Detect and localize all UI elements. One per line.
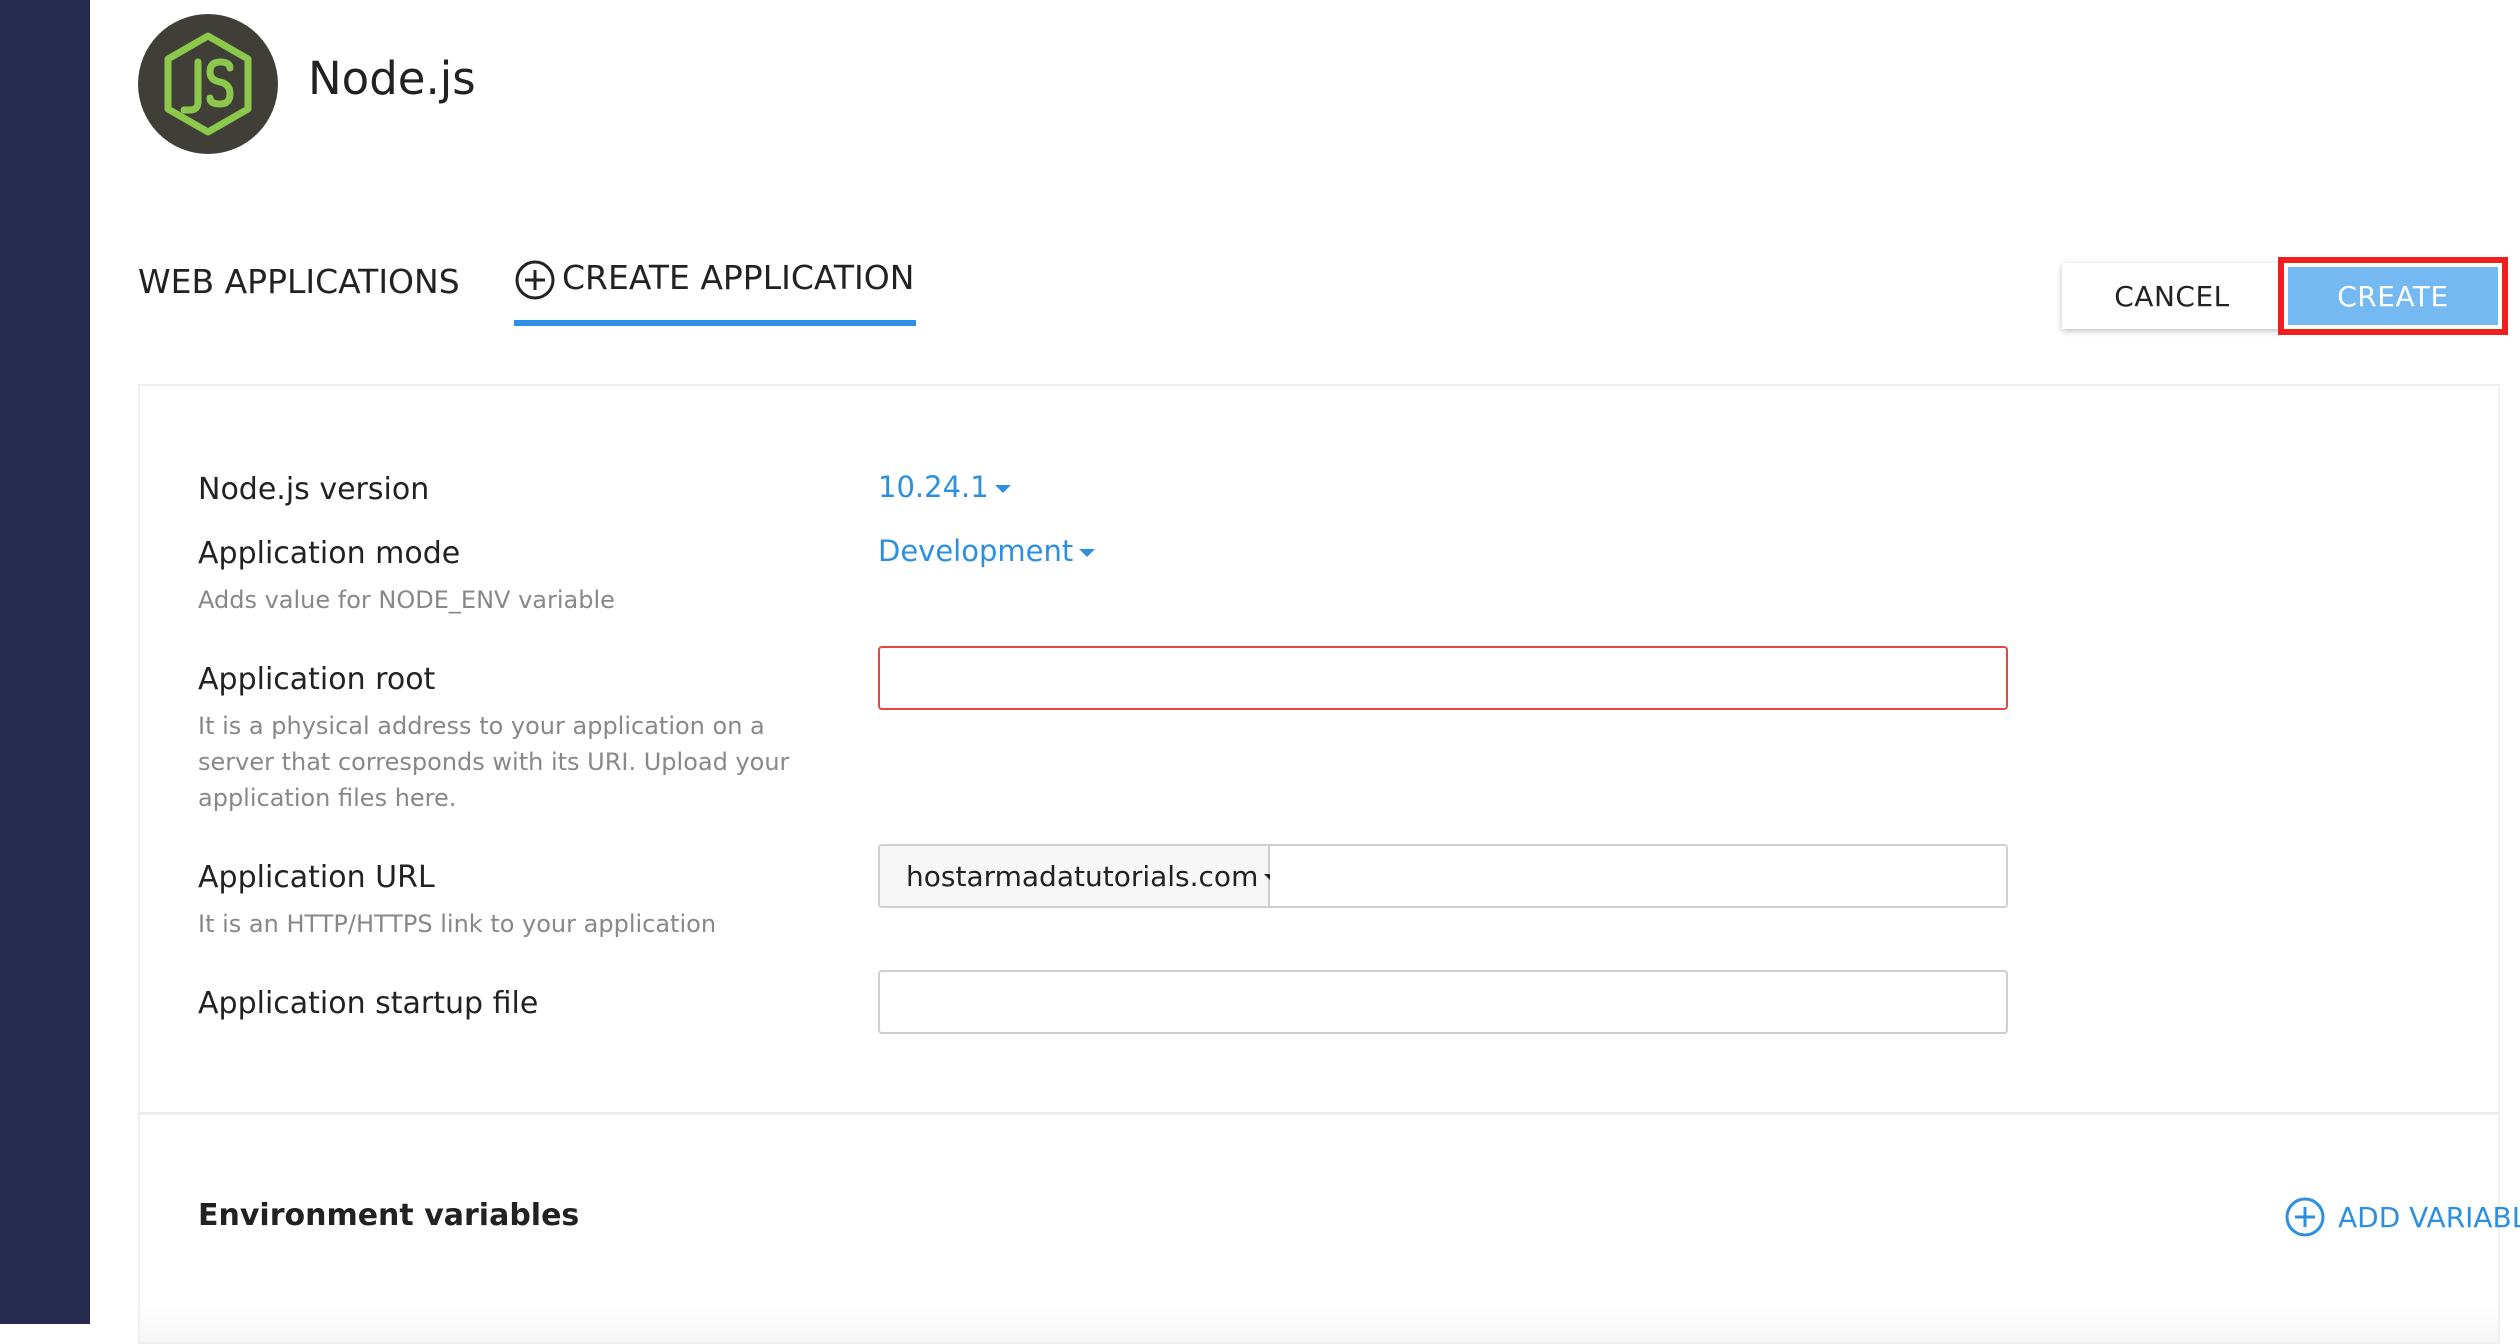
cancel-button[interactable]: CANCEL (2062, 263, 2282, 329)
add-variable-button[interactable]: ADD VARIABLE (2284, 1196, 2520, 1238)
caret-down-icon (994, 485, 1011, 493)
node-version-dropdown[interactable]: 10.24.1 (878, 470, 1011, 504)
startup-file-label: Application startup file (198, 986, 539, 1021)
plus-circle-icon (2285, 1197, 2325, 1237)
app-root-input[interactable] (878, 646, 2008, 710)
page-title: Node.js (308, 52, 476, 105)
app-mode-label: Application mode (198, 536, 461, 571)
nodejs-logo (138, 14, 278, 154)
app-mode-value: Development (878, 534, 1074, 568)
app-url-field: hostarmadatutorials.com (878, 844, 2008, 908)
domain-dropdown[interactable]: hostarmadatutorials.com (880, 846, 1281, 906)
app-mode-hint: Adds value for NODE_ENV variable (198, 586, 615, 614)
env-variables-title: Environment variables (198, 1198, 580, 1233)
tab-create-label: CREATE APPLICATION (562, 258, 915, 297)
tab-create-application[interactable]: CREATE APPLICATION (514, 258, 917, 326)
create-button-highlight: CREATE (2278, 257, 2508, 335)
app-url-hint: It is an HTTP/HTTPS link to your applica… (198, 910, 717, 938)
app-url-path-input[interactable] (1270, 846, 2006, 906)
app-root-label: Application root (198, 662, 436, 697)
domain-value: hostarmadatutorials.com (906, 859, 1259, 893)
create-application-form: Node.js version 10.24.1 Application mode… (138, 384, 2520, 1344)
startup-file-input[interactable] (878, 970, 2008, 1034)
caret-down-icon (1079, 549, 1096, 557)
left-sidebar (0, 0, 90, 1324)
app-url-label: Application URL (198, 860, 435, 895)
app-root-hint: It is a physical address to your applica… (198, 712, 790, 812)
app-mode-dropdown[interactable]: Development (878, 534, 1096, 568)
bottom-fade (140, 1302, 2498, 1342)
tab-web-applications[interactable]: WEB APPLICATIONS (138, 262, 460, 301)
add-variable-label: ADD VARIABLE (2338, 1200, 2520, 1234)
main-content: Node.js WEB APPLICATIONS CREATE APPLICAT… (90, 0, 2520, 1344)
create-button[interactable]: CREATE (2288, 267, 2498, 325)
nodejs-logo-icon (164, 32, 252, 136)
node-version-value: 10.24.1 (878, 470, 989, 504)
section-divider (140, 1112, 2498, 1115)
node-version-label: Node.js version (198, 472, 430, 507)
plus-circle-icon (515, 260, 555, 300)
